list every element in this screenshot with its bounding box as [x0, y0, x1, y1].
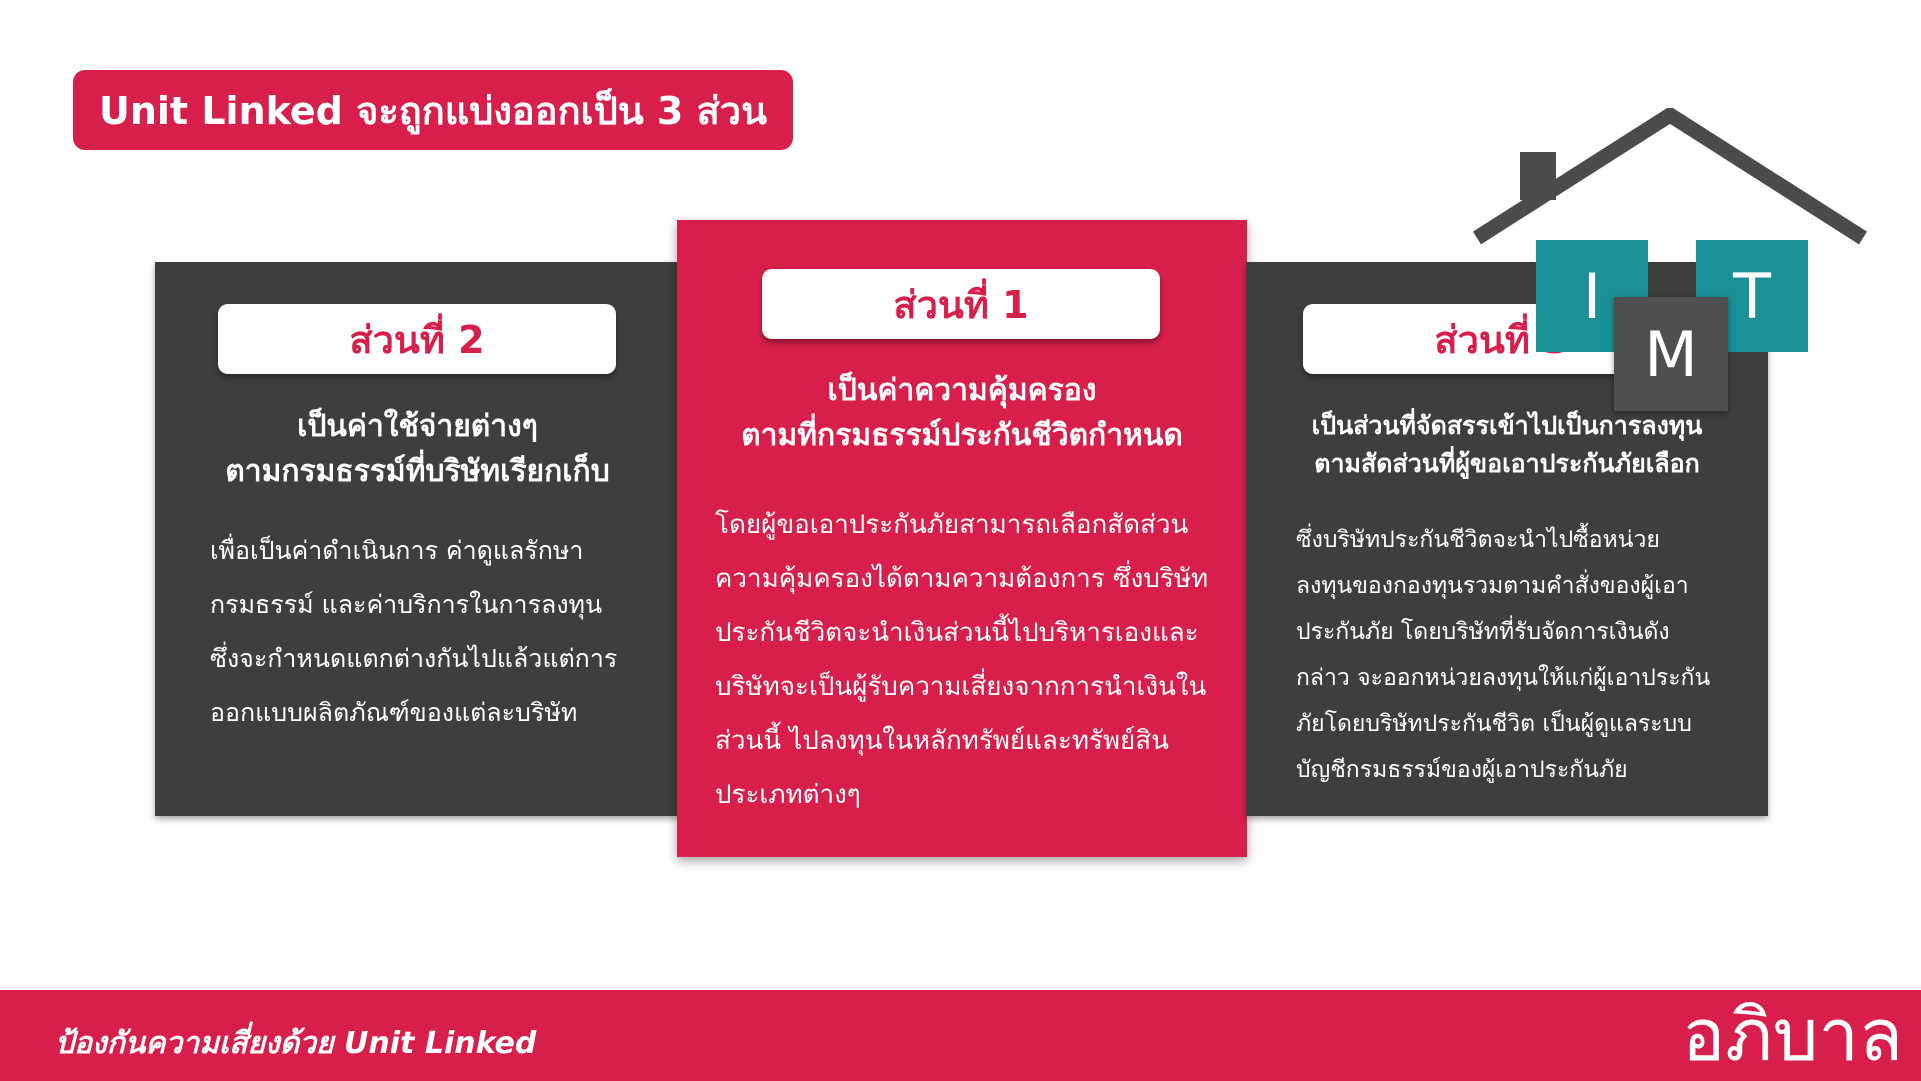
part-1-heading: เป็นค่าความคุ้มครอง ตามที่กรมธรรม์ประกัน… — [687, 368, 1237, 458]
part-3-heading-line2: ตามสัดส่วนที่ผู้ขอเอาประกันภัยเลือก — [1314, 448, 1700, 478]
part-3-body: ซึ่งบริษัทประกันชีวิตจะนำไปซื้อหน่วยลงทุ… — [1296, 527, 1711, 783]
part-1-heading-line1: เป็นค่าความคุ้มครอง — [827, 373, 1097, 408]
part-2-label: ส่วนที่ 2 — [218, 304, 616, 374]
page-title: Unit Linked จะถูกแบ่งออกเป็น 3 ส่วน — [73, 70, 794, 150]
brand-logo: อภิบาล — [1682, 993, 1903, 1077]
part-2-heading: เป็นค่าใช้จ่ายต่างๆ ตามกรมธรรม์ที่บริษัท… — [165, 404, 670, 494]
part-1-body: โดยผู้ขอเอาประกันภัยสามารถเลือกสัดส่วนคว… — [715, 510, 1209, 810]
part-1-label: ส่วนที่ 1 — [762, 269, 1160, 339]
footer-tagline: ป้องกันความเสี่ยงด้วย Unit Linked — [55, 1026, 537, 1061]
part-2-body: เพื่อเป็นค่าดำเนินการ ค่าดูแลรักษากรมธรร… — [210, 536, 618, 727]
part-2-heading-line2: ตามกรมธรรม์ที่บริษัทเรียกเก็บ — [225, 454, 610, 489]
part-3-heading: เป็นส่วนที่จัดสรรเข้าไปเป็นการลงทุน ตามส… — [1256, 407, 1758, 482]
part-1-heading-line2: ตามที่กรมธรรม์ประกันชีวิตกำหนด — [741, 418, 1183, 453]
panel-part-2: ส่วนที่ 2 เป็นค่าใช้จ่ายต่างๆ ตามกรมธรรม… — [155, 262, 680, 816]
logo-box-m: M — [1614, 297, 1728, 411]
part-2-heading-line1: เป็นค่าใช้จ่ายต่างๆ — [297, 409, 538, 444]
panel-part-1: ส่วนที่ 1 เป็นค่าความคุ้มครอง ตามที่กรมธ… — [677, 220, 1247, 857]
